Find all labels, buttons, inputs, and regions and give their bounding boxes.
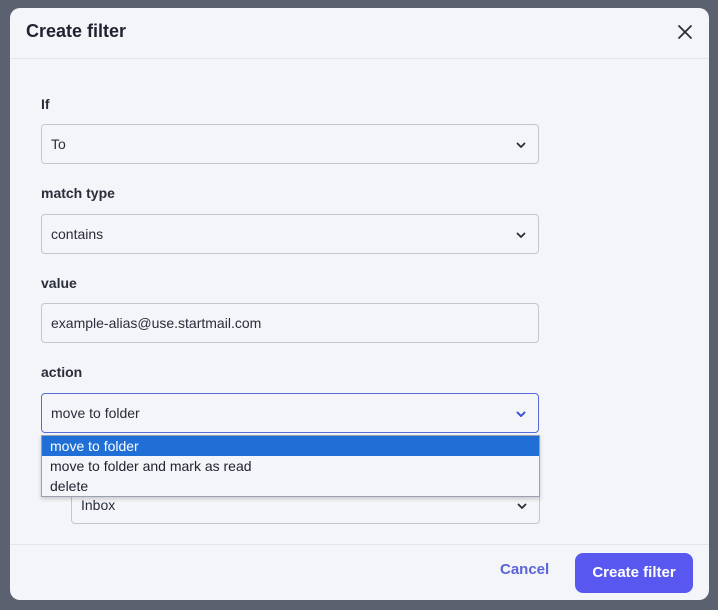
chevron-down-icon bbox=[516, 232, 526, 238]
folder-select-value: Inbox bbox=[81, 497, 116, 513]
cancel-button[interactable]: Cancel bbox=[500, 561, 549, 578]
match-type-select-value: contains bbox=[51, 226, 104, 242]
dialog-header: Create filter bbox=[10, 8, 709, 59]
action-option-delete[interactable]: delete bbox=[42, 476, 539, 496]
value-input[interactable]: example-alias@use.startmail.com bbox=[41, 303, 539, 343]
value-label: value bbox=[41, 275, 77, 291]
action-label: action bbox=[41, 364, 83, 380]
action-dropdown-list: move to folder move to folder and mark a… bbox=[41, 435, 540, 497]
action-option-move-and-mark-read[interactable]: move to folder and mark as read bbox=[42, 456, 539, 476]
if-select-value: To bbox=[51, 136, 66, 152]
close-icon[interactable] bbox=[675, 22, 695, 42]
dialog-footer: Cancel Create filter bbox=[10, 544, 709, 600]
action-select[interactable]: move to folder bbox=[41, 393, 539, 433]
match-type-select[interactable]: contains bbox=[41, 214, 539, 254]
action-option-move-to-folder[interactable]: move to folder bbox=[42, 436, 539, 456]
chevron-down-icon bbox=[517, 503, 527, 509]
create-filter-dialog: Create filter If To match type contains … bbox=[10, 8, 709, 600]
if-select[interactable]: To bbox=[41, 124, 539, 164]
dialog-title: Create filter bbox=[26, 21, 127, 41]
value-input-text: example-alias@use.startmail.com bbox=[51, 315, 262, 331]
create-filter-button[interactable]: Create filter bbox=[575, 553, 693, 593]
if-label: If bbox=[41, 96, 50, 112]
action-select-value: move to folder bbox=[51, 405, 140, 421]
chevron-down-icon bbox=[516, 411, 526, 417]
chevron-down-icon bbox=[516, 142, 526, 148]
match-type-label: match type bbox=[41, 185, 115, 201]
